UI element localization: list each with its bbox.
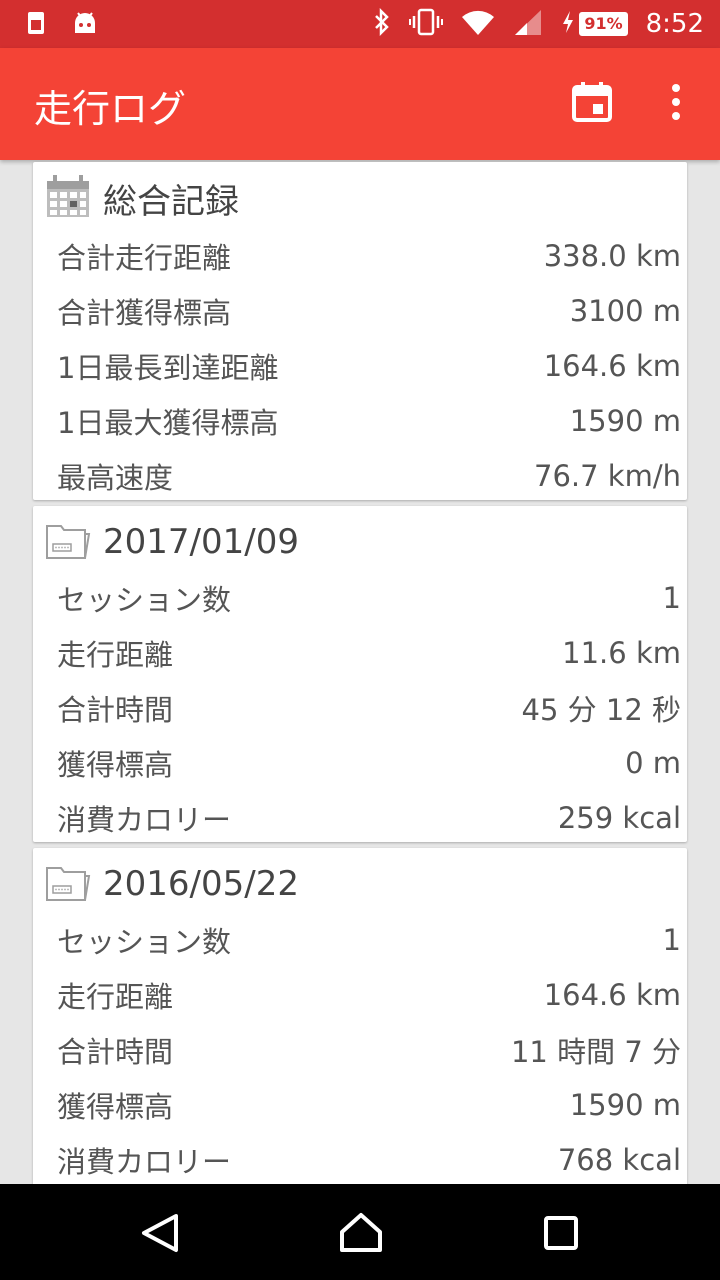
android-icon (72, 11, 98, 39)
row-value: 164.6 km (543, 348, 681, 383)
row-value: 259 kcal (557, 800, 681, 835)
more-vert-icon (656, 84, 696, 130)
row-label: セッション数 (57, 582, 232, 617)
row-label: 獲得標高 (57, 747, 174, 782)
summary-row: 1日最長到達距離 164.6 km (57, 338, 681, 393)
day-row: セッション数 1 (57, 570, 681, 625)
battery-indicator: 91% (579, 12, 628, 36)
day-row: 合計時間 45 分 12 秒 (57, 680, 681, 735)
summary-row: 合計獲得標高 3100 m (57, 283, 681, 338)
day-header: 2017/01/09 (45, 514, 299, 570)
folder-icon (45, 862, 91, 906)
day-row: 走行距離 11.6 km (57, 625, 681, 680)
row-label: セッション数 (57, 924, 232, 959)
row-value: 11.6 km (562, 635, 681, 670)
day-date: 2016/05/22 (103, 864, 299, 904)
row-label: 合計走行距離 (57, 240, 232, 275)
signal-icon (513, 8, 543, 40)
row-label: 最高速度 (57, 460, 174, 495)
calendar-icon (568, 82, 616, 130)
row-value: 76.7 km/h (534, 458, 681, 493)
row-label: 消費カロリー (57, 1144, 232, 1179)
summary-card: 総合記録 合計走行距離 338.0 km 合計獲得標高 3100 m 1日最長到… (33, 162, 687, 500)
row-value: 1590 m (569, 1087, 681, 1122)
calendar-grid-icon (45, 173, 91, 223)
log-list[interactable]: 総合記録 合計走行距離 338.0 km 合計獲得標高 3100 m 1日最長到… (0, 160, 720, 1184)
recents-icon (536, 1216, 586, 1262)
row-value: 338.0 km (543, 238, 681, 273)
row-value: 1 (662, 580, 681, 615)
row-value: 45 分 12 秒 (521, 692, 681, 727)
summary-header: 総合記録 (45, 170, 239, 226)
row-label: 1日最大獲得標高 (57, 405, 279, 440)
day-card[interactable]: 2017/01/09 セッション数 1 走行距離 11.6 km 合計時間 45… (33, 506, 687, 842)
navigation-bar (0, 1184, 720, 1280)
calendar-button[interactable] (568, 78, 616, 126)
summary-title: 総合記録 (103, 181, 239, 222)
folder-icon (45, 520, 91, 564)
row-label: 合計獲得標高 (57, 295, 232, 330)
home-icon (336, 1213, 386, 1262)
row-value: 11 時間 7 分 (510, 1034, 681, 1069)
app-title: 走行ログ (34, 87, 187, 131)
back-icon (136, 1214, 186, 1262)
more-options-button[interactable] (656, 78, 696, 126)
row-label: 1日最長到達距離 (57, 350, 279, 385)
row-value: 164.6 km (543, 977, 681, 1012)
home-button[interactable] (336, 1208, 386, 1258)
summary-row: 1日最大獲得標高 1590 m (57, 393, 681, 448)
row-label: 消費カロリー (57, 802, 232, 837)
day-row: 合計時間 11 時間 7 分 (57, 1022, 681, 1077)
day-row: 消費カロリー 259 kcal (57, 790, 681, 845)
day-row: 獲得標高 0 m (57, 735, 681, 790)
status-bar: 91% 8:52 (0, 0, 720, 48)
back-button[interactable] (136, 1208, 186, 1258)
day-row: 消費カロリー 768 kcal (57, 1132, 681, 1184)
bluetooth-icon (373, 7, 391, 40)
charging-icon (561, 10, 575, 38)
sim-card-icon (26, 10, 46, 40)
summary-row: 合計走行距離 338.0 km (57, 228, 681, 283)
day-date: 2017/01/09 (103, 522, 299, 562)
day-row: セッション数 1 (57, 912, 681, 967)
row-label: 獲得標高 (57, 1089, 174, 1124)
row-label: 合計時間 (57, 692, 174, 727)
clock: 8:52 (645, 9, 704, 39)
row-label: 走行距離 (57, 637, 174, 672)
row-value: 1 (662, 922, 681, 957)
row-value: 0 m (625, 745, 681, 780)
row-value: 1590 m (569, 403, 681, 438)
day-card[interactable]: 2016/05/22 セッション数 1 走行距離 164.6 km 合計時間 1… (33, 848, 687, 1184)
row-label: 走行距離 (57, 979, 174, 1014)
row-label: 合計時間 (57, 1034, 174, 1069)
wifi-icon (461, 8, 495, 40)
day-row: 獲得標高 1590 m (57, 1077, 681, 1132)
summary-row: 最高速度 76.7 km/h (57, 448, 681, 503)
day-row: 走行距離 164.6 km (57, 967, 681, 1022)
app-bar: 走行ログ (0, 48, 720, 160)
day-header: 2016/05/22 (45, 856, 299, 912)
row-value: 768 kcal (557, 1142, 681, 1177)
vibrate-icon (409, 8, 444, 40)
row-value: 3100 m (569, 293, 681, 328)
recents-button[interactable] (536, 1208, 586, 1258)
